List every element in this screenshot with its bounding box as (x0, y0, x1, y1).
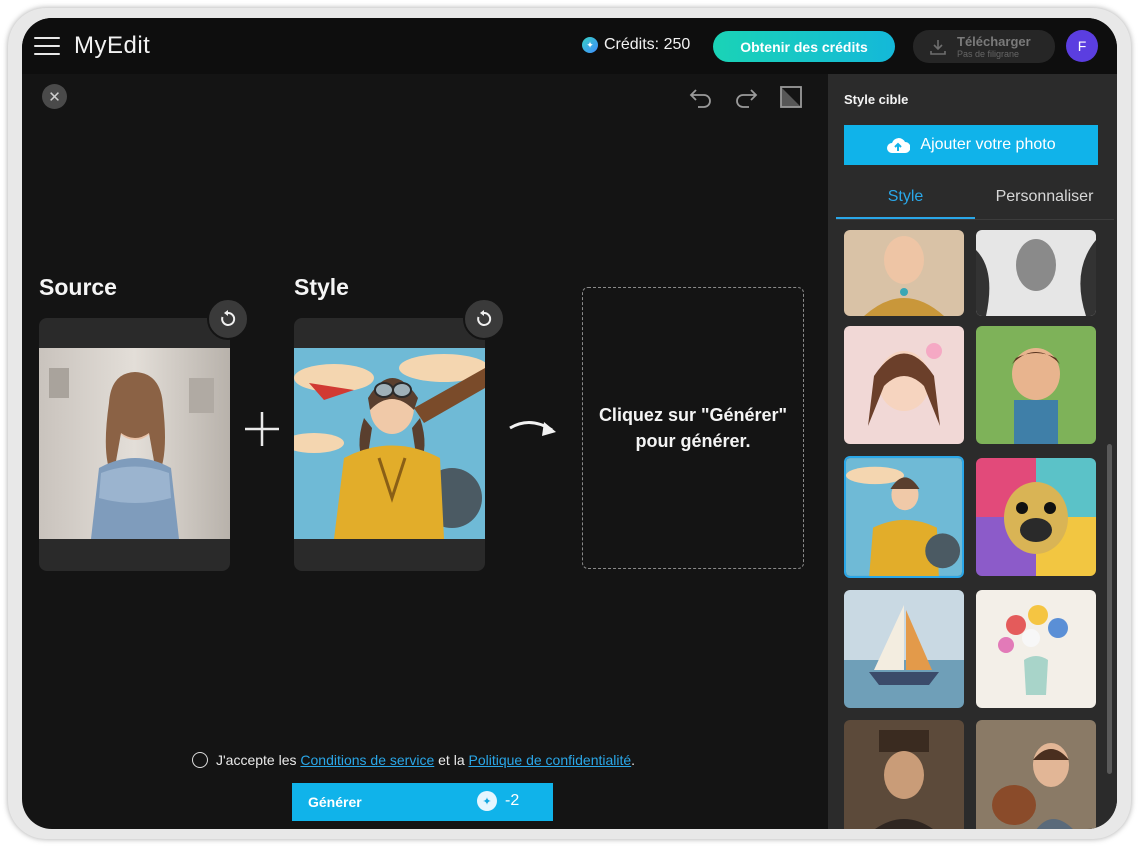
get-credits-button[interactable]: Obtenir des crédits (713, 31, 895, 62)
style-panel: Style cible Ajouter votre photo Style Pe… (828, 74, 1117, 829)
result-placeholder: Cliquez sur "Générer" pour générer. (582, 287, 804, 569)
result-placeholder-text: Cliquez sur "Générer" pour générer. (598, 405, 788, 451)
close-icon[interactable]: ✕ (42, 84, 67, 109)
generate-button[interactable]: Générer ✦ -2 (292, 783, 553, 821)
terms-end: . (631, 752, 636, 768)
style-thumb-sailboat[interactable] (844, 590, 964, 708)
terms-row: J'accepte les Conditions de service et l… (192, 752, 635, 768)
terms-mid: et la (438, 752, 465, 768)
arrow-right-icon (509, 421, 556, 436)
style-label: Style (294, 274, 349, 300)
add-photo-label: Ajouter votre photo (920, 136, 1056, 153)
style-image (294, 348, 485, 539)
reset-style-button[interactable] (463, 298, 505, 340)
generate-cost: -2 (505, 792, 520, 809)
panel-scrollbar[interactable] (1107, 444, 1112, 774)
style-thumbnails (844, 230, 1098, 829)
cloud-upload-icon (887, 138, 911, 153)
style-thumb-flower-vase[interactable] (976, 590, 1096, 708)
style-thumb-ink-sketch[interactable] (976, 230, 1096, 316)
reset-icon (221, 310, 236, 326)
terms-link[interactable]: Conditions de service (300, 752, 434, 768)
download-button[interactable]: Télécharger Pas de filigrane (913, 30, 1055, 63)
credits-display: ✦ Crédits: 250 (582, 36, 690, 54)
download-sub-label: Pas de filigrane (957, 48, 1020, 59)
avatar[interactable]: F (1066, 30, 1098, 62)
style-thumb-pop-art-pug[interactable] (976, 458, 1096, 576)
credit-gem-icon: ✦ (582, 37, 598, 53)
terms-prefix: J'accepte les (216, 752, 297, 768)
panel-tabs: Style Personnaliser (836, 178, 1114, 220)
style-card[interactable] (294, 298, 505, 571)
generate-label: Générer (308, 794, 362, 810)
menu-icon[interactable] (34, 37, 60, 55)
tab-style[interactable]: Style (836, 178, 975, 219)
download-icon (930, 39, 946, 55)
source-label: Source (39, 274, 117, 300)
panel-title: Style cible (844, 92, 909, 107)
accept-terms-radio[interactable] (192, 752, 208, 768)
style-thumb-jewelry-portrait[interactable] (844, 230, 964, 316)
reset-icon (477, 310, 492, 326)
compare-icon[interactable] (778, 84, 804, 110)
reset-source-button[interactable] (207, 298, 249, 340)
credit-gem-icon: ✦ (477, 791, 497, 811)
add-photo-button[interactable]: Ajouter votre photo (844, 125, 1098, 165)
style-thumb-pinup-aviator[interactable] (844, 456, 964, 578)
privacy-link[interactable]: Politique de confidentialité (469, 752, 632, 768)
download-label: Télécharger (957, 33, 1031, 49)
style-thumb-cartoon-boy[interactable] (976, 326, 1096, 444)
redo-icon[interactable] (733, 84, 759, 110)
style-thumb-steampunk-man[interactable] (844, 720, 964, 829)
app-window: MyEdit ✦ Crédits: 250 Obtenir des crédit… (22, 18, 1117, 829)
style-thumb-anime-girl[interactable] (844, 326, 964, 444)
top-bar: MyEdit ✦ Crédits: 250 Obtenir des crédit… (22, 18, 1117, 74)
app-logo: MyEdit (74, 32, 151, 59)
credits-label: Crédits: 250 (604, 36, 691, 53)
undo-icon[interactable] (688, 84, 714, 110)
style-thumb-boy-with-dog[interactable] (976, 720, 1096, 829)
plus-icon (245, 412, 279, 446)
source-image (39, 348, 230, 539)
tab-personnaliser[interactable]: Personnaliser (975, 178, 1114, 219)
source-card[interactable] (39, 298, 249, 571)
